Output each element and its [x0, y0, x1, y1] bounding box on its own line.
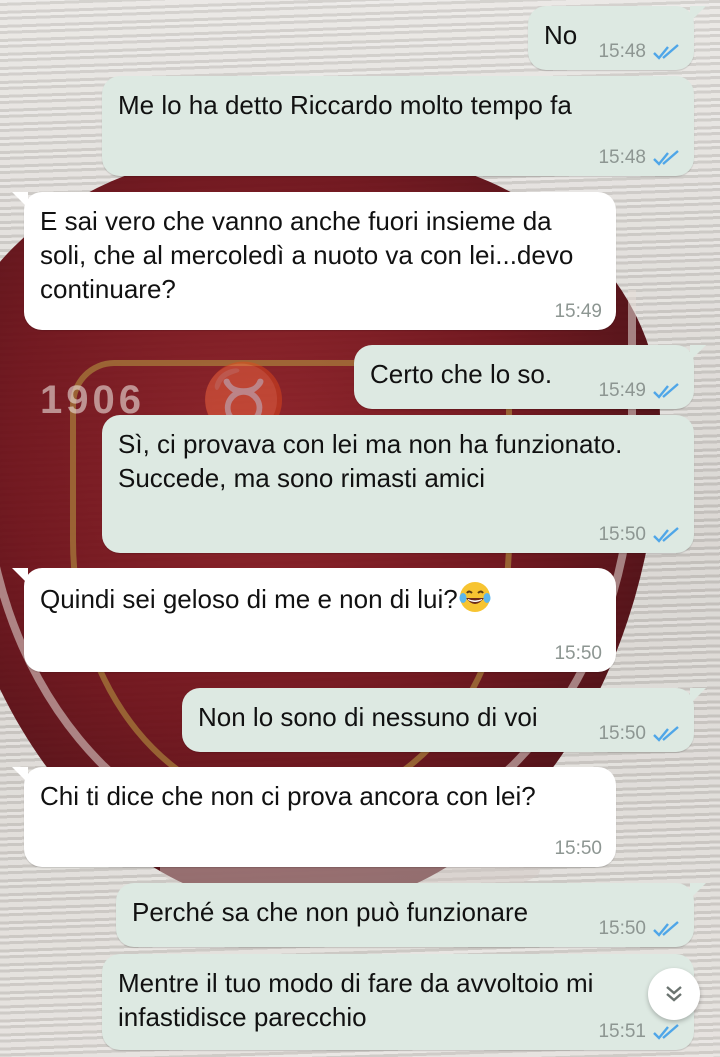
message-outgoing[interactable]: Non lo sono di nessuno di voi 15:50: [182, 688, 706, 752]
double-check-icon: [653, 1024, 679, 1040]
message-time: 15:49: [554, 301, 602, 322]
double-check-icon: [653, 527, 679, 543]
message-time: 15:50: [554, 838, 602, 859]
message-meta: 15:51: [598, 1022, 680, 1042]
message-incoming[interactable]: Chi ti dice che non ci prova ancora con …: [12, 767, 616, 867]
message-text: Perché sa che non può funzionare: [132, 897, 529, 927]
message-meta: 15:50: [598, 724, 680, 744]
message-meta: 15:50: [598, 919, 680, 939]
message-meta: 15:48: [598, 42, 680, 62]
message-outgoing[interactable]: Perché sa che non può funzionare 15:50: [116, 883, 706, 947]
message-meta: 15:50: [598, 525, 680, 545]
message-meta: 15:48: [598, 148, 680, 168]
message-outgoing[interactable]: Mentre il tuo modo di fare da avvoltoio …: [102, 954, 694, 1050]
message-time: 15:48: [598, 41, 646, 62]
message-text: Non lo sono di nessuno di voi: [198, 702, 538, 732]
message-text: Mentre il tuo modo di fare da avvoltoio …: [118, 968, 594, 1032]
message-time: 15:51: [598, 1021, 646, 1042]
message-time: 15:50: [554, 643, 602, 664]
double-check-icon: [653, 150, 679, 166]
double-chevron-down-icon: [666, 986, 682, 1002]
message-outgoing[interactable]: Sì, ci provava con lei ma non ha funzion…: [102, 415, 694, 553]
message-incoming[interactable]: Quindi sei geloso di me e non di lui? 15…: [12, 568, 616, 672]
message-outgoing[interactable]: Certo che lo so. 15:49: [354, 345, 706, 409]
message-time: 15:49: [598, 380, 646, 401]
message-text: Certo che lo so.: [370, 359, 553, 389]
message-outgoing[interactable]: No 15:48: [528, 6, 706, 70]
message-meta: 15:49: [554, 302, 602, 322]
scroll-to-bottom-button[interactable]: [648, 968, 700, 1020]
message-list[interactable]: No 15:48 Me lo ha detto Riccardo molto t…: [0, 0, 720, 1057]
message-text: Sì, ci provava con lei ma non ha funzion…: [118, 429, 623, 493]
double-check-icon: [653, 726, 679, 742]
message-outgoing[interactable]: Me lo ha detto Riccardo molto tempo fa 1…: [102, 76, 694, 176]
double-check-icon: [653, 44, 679, 60]
message-text: No: [544, 20, 578, 50]
message-meta: 15:50: [554, 839, 602, 859]
message-text: Me lo ha detto Riccardo molto tempo fa: [118, 90, 572, 120]
message-time: 15:50: [598, 918, 646, 939]
message-time: 15:50: [598, 723, 646, 744]
message-meta: 15:50: [554, 644, 602, 664]
message-meta: 15:49: [598, 381, 680, 401]
message-time: 15:50: [598, 524, 646, 545]
message-text: Quindi sei geloso di me e non di lui?: [40, 582, 492, 614]
message-time: 15:48: [598, 147, 646, 168]
laughing-emoji-icon: [459, 582, 491, 612]
message-incoming[interactable]: E sai vero che vanno anche fuori insieme…: [12, 192, 616, 330]
message-text-content: Quindi sei geloso di me e non di lui?: [40, 584, 458, 614]
message-text: Chi ti dice che non ci prova ancora con …: [40, 781, 536, 811]
double-check-icon: [653, 921, 679, 937]
double-check-icon: [653, 383, 679, 399]
message-text: E sai vero che vanno anche fuori insieme…: [40, 206, 574, 304]
